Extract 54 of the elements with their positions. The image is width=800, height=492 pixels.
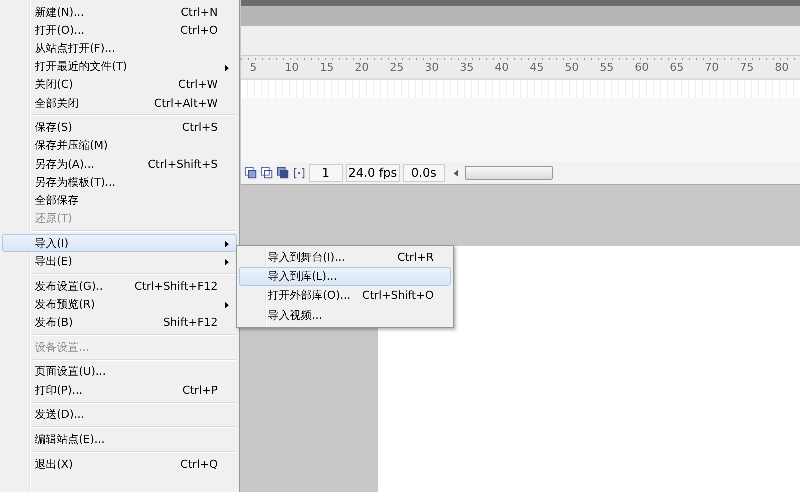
menu-item[interactable]: 打开外部库(O)... Ctrl+Shift+O: [239, 286, 451, 306]
menu-item[interactable]: 保存(S) Ctrl+S: [2, 118, 237, 137]
submenu-arrow-icon: [225, 259, 229, 266]
menu-item[interactable]: 另存为模板(T)...: [2, 173, 237, 192]
menu-item[interactable]: 打开最近的文件(T): [2, 58, 237, 76]
menu-item[interactable]: 导入到库(L)...: [239, 267, 451, 286]
menu-item[interactable]: 关闭(C) Ctrl+W: [2, 76, 237, 94]
frame-number: 45: [530, 60, 545, 74]
frame-number: 30: [425, 60, 440, 74]
menu-item[interactable]: 发送(D)...: [2, 406, 237, 424]
frame-number: 5: [250, 60, 258, 74]
frame-number: 75: [740, 60, 755, 74]
submenu-arrow-icon: [225, 241, 229, 248]
scroll-thumb[interactable]: [465, 166, 553, 180]
frame-number: 65: [670, 60, 685, 74]
frame-number: 60: [635, 60, 650, 74]
frame-number: 55: [600, 60, 615, 74]
onion-outline-icon[interactable]: [261, 166, 274, 180]
menu-item[interactable]: 发布设置(G).. Ctrl+Shift+F12: [2, 277, 237, 296]
edit-frames-icon[interactable]: [277, 166, 290, 180]
menu-item[interactable]: 从站点打开(F)...: [2, 39, 237, 58]
elapsed-time: 0.0s: [403, 164, 445, 182]
frame-number: 10: [285, 60, 300, 74]
menu-item[interactable]: 发布(B) Shift+F12: [2, 314, 237, 332]
menu-item[interactable]: 保存并压缩(M): [2, 136, 237, 155]
onion-skin-icon[interactable]: [245, 166, 258, 180]
frame-number: 20: [355, 60, 370, 74]
frame-number: 70: [705, 60, 720, 74]
frame-number: 15: [320, 60, 335, 74]
menu-item[interactable]: 编辑站点(E)...: [2, 430, 237, 449]
frame-number: 35: [460, 60, 475, 74]
frame-number: 80: [775, 60, 790, 74]
menu-item[interactable]: 导入视频...: [239, 306, 451, 325]
frame-rate[interactable]: 24.0 fps: [346, 164, 400, 182]
bracket-icon[interactable]: [293, 166, 306, 180]
menu-item[interactable]: 发布预览(R): [2, 295, 237, 314]
menu-item[interactable]: 页面设置(U)...: [2, 362, 237, 382]
menu-item[interactable]: 导入到舞台(I)... Ctrl+R: [239, 248, 451, 268]
frame-number: 25: [390, 60, 405, 74]
current-frame: 1: [309, 164, 343, 182]
menu-item[interactable]: 打开(O)... Ctrl+O: [2, 21, 237, 40]
menu-item[interactable]: 全部保存: [2, 191, 237, 210]
menu-item[interactable]: 另存为(A)... Ctrl+Shift+S: [2, 155, 237, 174]
menu-item[interactable]: 导入(I): [2, 234, 237, 252]
menu-item[interactable]: 打印(P)... Ctrl+P: [2, 381, 237, 400]
submenu-arrow-icon: [225, 302, 229, 310]
submenu-arrow-icon: [225, 64, 229, 72]
scroll-left-icon[interactable]: [454, 170, 459, 176]
menu-item[interactable]: 退出(X) Ctrl+Q: [2, 455, 237, 474]
frame-number: 50: [565, 60, 580, 74]
frame-number: 40: [495, 60, 510, 74]
menu-item[interactable]: 导出(E): [2, 252, 237, 271]
menu-item[interactable]: 新建(N)... Ctrl+N: [2, 3, 237, 22]
menu-item[interactable]: 全部关闭 Ctrl+Alt+W: [2, 94, 237, 112]
